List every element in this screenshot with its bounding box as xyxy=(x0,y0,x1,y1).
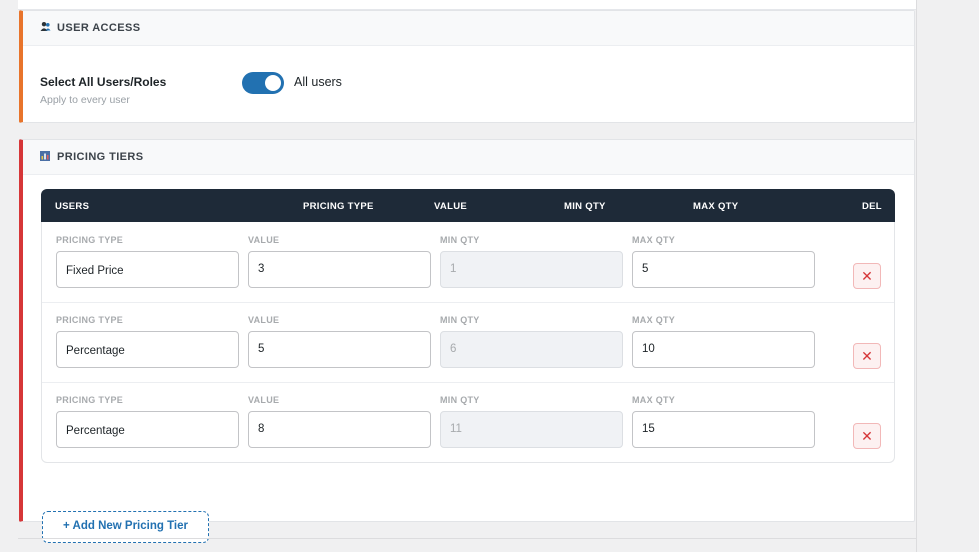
min-qty-input: 11 xyxy=(440,411,623,448)
max-qty-label: MAX QTY xyxy=(632,315,676,325)
max-qty-label: MAX QTY xyxy=(632,235,676,245)
pricing-type-label: PRICING TYPE xyxy=(56,395,124,405)
tier-row: PRICING TYPE Percentage VALUE 5 MIN QTY … xyxy=(42,302,894,383)
delete-tier-button[interactable]: ✕ xyxy=(853,423,881,449)
toggle-label: All users xyxy=(294,75,342,89)
right-gutter xyxy=(916,0,979,552)
value-input[interactable]: 5 xyxy=(248,331,431,368)
col-min-qty: MIN QTY xyxy=(564,201,606,212)
pricing-type-select[interactable]: Percentage xyxy=(56,331,239,368)
col-value: VALUE xyxy=(434,201,467,212)
tiers-rows: PRICING TYPE Fixed Price VALUE 3 MIN QTY… xyxy=(41,222,895,463)
select-all-title: Select All Users/Roles xyxy=(40,75,167,89)
all-users-toggle[interactable] xyxy=(242,72,284,94)
pricing-type-label: PRICING TYPE xyxy=(56,235,124,245)
pricing-type-label: PRICING TYPE xyxy=(56,315,124,325)
pricing-tiers-heading: PRICING TIERS xyxy=(57,151,144,163)
user-access-header: USER ACCESS xyxy=(23,11,914,46)
max-qty-input[interactable]: 5 xyxy=(632,251,815,288)
tiers-table-header: USERS PRICING TYPE VALUE MIN QTY MAX QTY… xyxy=(41,189,895,222)
min-qty-input: 1 xyxy=(440,251,623,288)
select-all-subtitle: Apply to every user xyxy=(40,94,130,106)
previous-section-bottom xyxy=(18,0,916,10)
value-label: VALUE xyxy=(248,315,280,325)
pricing-type-select[interactable]: Fixed Price xyxy=(56,251,239,288)
value-label: VALUE xyxy=(248,395,280,405)
pricing-type-select[interactable]: Percentage xyxy=(56,411,239,448)
tier-row: PRICING TYPE Fixed Price VALUE 3 MIN QTY… xyxy=(42,222,894,303)
select-all-row: Select All Users/Roles Apply to every us… xyxy=(23,46,914,124)
col-del: DEL xyxy=(862,201,882,212)
min-qty-label: MIN QTY xyxy=(440,395,480,405)
delete-tier-button[interactable]: ✕ xyxy=(853,263,881,289)
value-input[interactable]: 3 xyxy=(248,251,431,288)
admin-sidebar-edge xyxy=(0,0,18,552)
users-icon xyxy=(40,21,51,35)
max-qty-input[interactable]: 10 xyxy=(632,331,815,368)
value-input[interactable]: 8 xyxy=(248,411,431,448)
col-users: USERS xyxy=(55,201,90,212)
max-qty-input[interactable]: 15 xyxy=(632,411,815,448)
delete-tier-button[interactable]: ✕ xyxy=(853,343,881,369)
max-qty-label: MAX QTY xyxy=(632,395,676,405)
pricing-tiers-panel: PRICING TIERS USERS PRICING TYPE VALUE M… xyxy=(19,139,915,543)
page-bottom-divider xyxy=(18,538,916,539)
value-label: VALUE xyxy=(248,235,280,245)
min-qty-input: 6 xyxy=(440,331,623,368)
chart-icon xyxy=(40,150,51,164)
min-qty-label: MIN QTY xyxy=(440,315,480,325)
col-max-qty: MAX QTY xyxy=(693,201,739,212)
tier-row: PRICING TYPE Percentage VALUE 8 MIN QTY … xyxy=(42,382,894,462)
min-qty-label: MIN QTY xyxy=(440,235,480,245)
user-access-panel: USER ACCESS Select All Users/Roles Apply… xyxy=(19,10,915,123)
col-pricing-type: PRICING TYPE xyxy=(303,201,374,212)
toggle-knob xyxy=(265,75,281,91)
pricing-tiers-header: PRICING TIERS xyxy=(23,140,914,175)
user-access-heading: USER ACCESS xyxy=(57,22,141,34)
